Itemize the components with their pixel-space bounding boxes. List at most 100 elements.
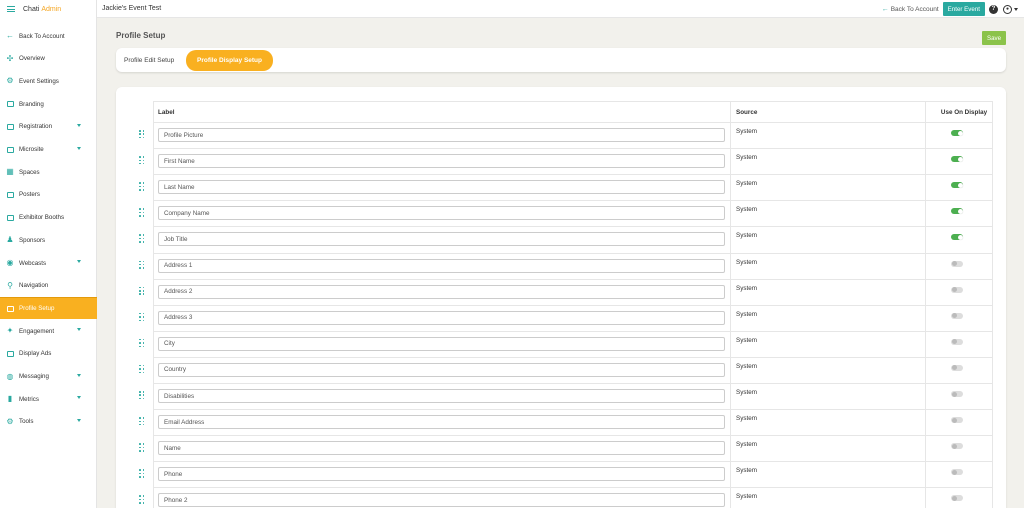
chevron-down-icon[interactable] bbox=[77, 328, 81, 332]
source-cell: System bbox=[736, 284, 757, 292]
label-input[interactable] bbox=[158, 493, 725, 508]
use-on-display-toggle[interactable] bbox=[951, 469, 963, 476]
label-input[interactable] bbox=[158, 180, 725, 195]
sidebar-item-label: Display Ads bbox=[19, 350, 52, 358]
sidebar-item-profile-setup[interactable]: Profile Setup bbox=[0, 297, 97, 320]
sidebar-item-branding[interactable]: Branding bbox=[0, 93, 97, 115]
chevron-down-icon[interactable] bbox=[77, 418, 81, 422]
sidebar-item-sponsors[interactable]: ♟ Sponsors bbox=[0, 229, 97, 251]
sidebar-item-metrics[interactable]: ▮ Metrics bbox=[0, 388, 97, 410]
use-on-display-toggle[interactable] bbox=[951, 391, 963, 397]
drag-handle-icon[interactable] bbox=[139, 130, 145, 139]
sidebar-item-engagement[interactable]: ✦ Engagement bbox=[0, 320, 97, 342]
row-divider bbox=[153, 330, 993, 332]
drag-handle-icon[interactable] bbox=[139, 469, 145, 478]
drag-handle-icon[interactable] bbox=[139, 495, 145, 504]
label-input[interactable] bbox=[158, 128, 725, 142]
brand-name: Chati bbox=[23, 5, 40, 13]
use-on-display-toggle[interactable] bbox=[951, 338, 963, 345]
branding-icon bbox=[6, 100, 14, 108]
drag-handle-icon[interactable] bbox=[139, 234, 145, 243]
label-input[interactable] bbox=[158, 310, 725, 325]
overview-icon: ✣ bbox=[6, 53, 14, 63]
sidebar-item-label: Posters bbox=[19, 191, 40, 199]
use-on-display-toggle[interactable] bbox=[951, 182, 963, 189]
drag-handle-icon[interactable] bbox=[139, 182, 145, 191]
chevron-down-icon[interactable] bbox=[77, 146, 81, 150]
label-input[interactable] bbox=[158, 258, 725, 273]
chevron-down-icon[interactable] bbox=[77, 260, 81, 263]
use-on-display-toggle[interactable] bbox=[951, 156, 963, 163]
save-button[interactable]: Save bbox=[982, 31, 1006, 45]
chevron-down-icon[interactable] bbox=[77, 123, 81, 127]
sidebar-item-messaging[interactable]: ◍ Messaging bbox=[0, 366, 97, 388]
arrow-left-icon: ← bbox=[881, 5, 889, 13]
drag-handle-icon[interactable] bbox=[139, 208, 145, 217]
sidebar-item-label: Metrics bbox=[19, 395, 39, 403]
sidebar-item-posters[interactable]: Posters bbox=[0, 184, 97, 206]
sidebar-item-tools[interactable]: ⚙ Tools bbox=[0, 411, 97, 433]
use-on-display-toggle[interactable] bbox=[951, 364, 963, 371]
table-row: System bbox=[116, 487, 1006, 508]
back-to-account-link[interactable]: ← Back To Account bbox=[882, 6, 939, 13]
row-divider bbox=[153, 383, 993, 384]
sidebar-item-label: Exhibitor Booths bbox=[19, 214, 65, 222]
sidebar-item-exhibitor-booths[interactable]: Exhibitor Booths bbox=[0, 207, 97, 229]
enter-event-button[interactable]: Enter Event bbox=[942, 2, 985, 16]
sidebar-item-overview[interactable]: ✣ Overview bbox=[0, 48, 97, 70]
use-on-display-toggle[interactable] bbox=[951, 286, 963, 293]
sidebar-item-label: Back To Account bbox=[19, 32, 65, 40]
drag-handle-icon[interactable] bbox=[139, 156, 145, 165]
label-input[interactable] bbox=[158, 284, 725, 299]
use-on-display-toggle[interactable] bbox=[951, 495, 963, 502]
drag-handle-icon[interactable] bbox=[139, 417, 145, 426]
drag-handle-icon[interactable] bbox=[139, 260, 145, 270]
label-input[interactable] bbox=[158, 232, 725, 247]
sidebar-item-webcasts[interactable]: ◉ Webcasts bbox=[0, 252, 97, 274]
use-on-display-toggle[interactable] bbox=[951, 130, 963, 136]
use-on-display-toggle[interactable] bbox=[951, 443, 963, 450]
use-on-display-toggle[interactable] bbox=[951, 208, 963, 215]
label-input[interactable] bbox=[158, 206, 725, 221]
drag-handle-icon[interactable] bbox=[139, 443, 145, 452]
engagement-icon: ✦ bbox=[6, 326, 14, 336]
booth-icon bbox=[6, 214, 14, 222]
use-on-display-toggle[interactable] bbox=[951, 234, 963, 241]
use-on-display-toggle[interactable] bbox=[951, 417, 963, 424]
use-on-display-toggle[interactable] bbox=[951, 312, 963, 319]
sidebar-item-label: Event Settings bbox=[19, 77, 59, 85]
user-avatar-icon[interactable]: ● bbox=[1003, 4, 1012, 14]
drag-handle-icon[interactable] bbox=[139, 286, 145, 296]
help-icon[interactable]: ? bbox=[989, 4, 998, 14]
toggle-knob bbox=[951, 417, 957, 423]
drag-handle-icon[interactable] bbox=[139, 312, 145, 322]
tab-profile-edit-setup[interactable]: Profile Edit Setup bbox=[116, 50, 182, 71]
chevron-down-icon[interactable] bbox=[77, 396, 81, 400]
sidebar-item-label: Engagement bbox=[19, 327, 55, 335]
sidebar-item-registration[interactable]: Registration bbox=[0, 116, 97, 138]
label-input[interactable] bbox=[158, 467, 725, 482]
row-divider bbox=[153, 122, 993, 123]
label-input[interactable] bbox=[158, 336, 725, 351]
tab-profile-display-setup[interactable]: Profile Display Setup bbox=[186, 50, 273, 71]
label-input[interactable] bbox=[158, 389, 725, 403]
chevron-down-icon[interactable] bbox=[1014, 7, 1018, 11]
sidebar-item-event-settings[interactable]: ⚙ Event Settings bbox=[0, 70, 97, 92]
drag-handle-icon[interactable] bbox=[139, 338, 145, 348]
menu-icon[interactable] bbox=[7, 6, 15, 12]
sidebar-item-display-ads[interactable]: Display Ads bbox=[0, 343, 97, 365]
sidebar-item-microsite[interactable]: Microsite bbox=[0, 139, 97, 161]
label-input[interactable] bbox=[158, 441, 725, 456]
sidebar-item-spaces[interactable]: ▦ Spaces bbox=[0, 161, 97, 183]
label-input[interactable] bbox=[158, 154, 725, 169]
registration-icon bbox=[6, 123, 14, 131]
drag-handle-icon[interactable] bbox=[139, 364, 145, 374]
row-divider bbox=[153, 356, 993, 358]
label-input[interactable] bbox=[158, 362, 725, 377]
sidebar-item-back-to-account[interactable]: ← Back To Account bbox=[0, 25, 97, 47]
label-input[interactable] bbox=[158, 415, 725, 430]
drag-handle-icon[interactable] bbox=[139, 391, 145, 400]
chevron-down-icon[interactable] bbox=[77, 373, 81, 377]
sidebar-item-navigation[interactable]: ⚲ Navigation bbox=[0, 275, 97, 297]
use-on-display-toggle[interactable] bbox=[951, 260, 963, 267]
